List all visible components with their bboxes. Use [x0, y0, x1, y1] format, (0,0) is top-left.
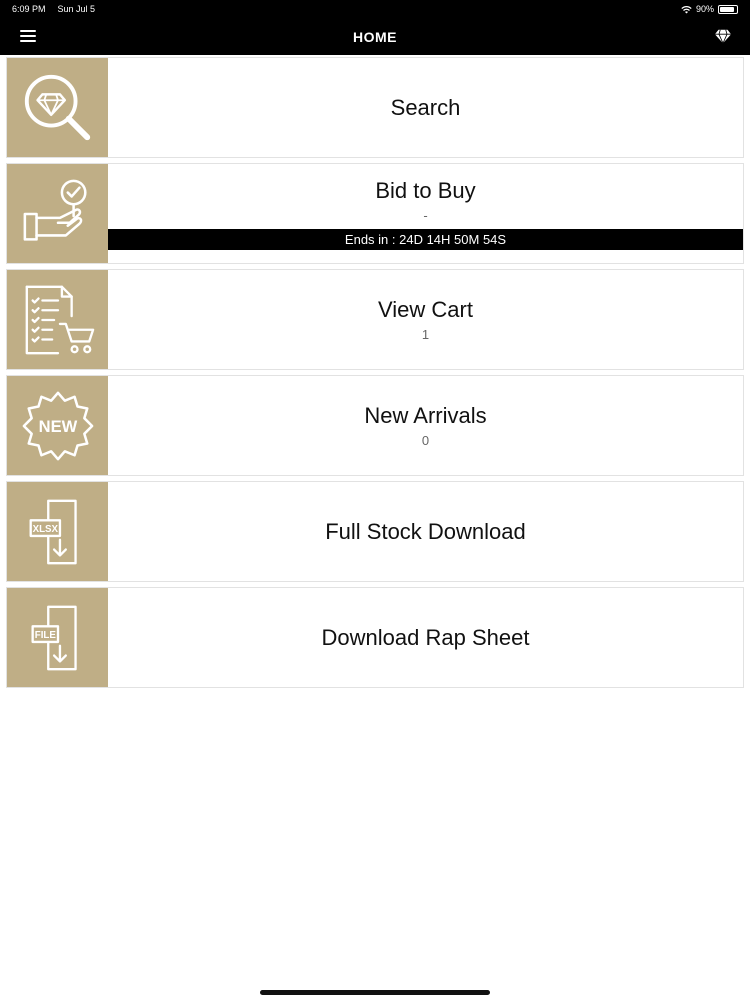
battery-icon	[718, 4, 738, 14]
status-bar: 6:09 PM Sun Jul 5 90%	[0, 0, 750, 18]
status-date: Sun Jul 5	[57, 4, 96, 14]
menu-item-search[interactable]: Search	[6, 57, 744, 158]
file-download-icon: FILE	[7, 588, 108, 687]
page-title: HOME	[353, 28, 397, 45]
nav-bar: HOME	[0, 18, 750, 55]
full-stock-download-label: Full Stock Download	[325, 518, 526, 544]
hand-bid-icon	[7, 164, 108, 263]
auction-timer: Ends in : 24D 14H 50M 54S	[108, 228, 743, 250]
download-rap-sheet-label: Download Rap Sheet	[321, 624, 530, 650]
status-time: 6:09 PM	[12, 4, 46, 14]
menu-item-view-cart[interactable]: View Cart 1	[6, 269, 744, 370]
bid-to-buy-count: -	[423, 207, 428, 223]
xlsx-download-icon: XLSX	[7, 482, 108, 581]
home-menu: Search Bid to Buy - Ends in : 24D 14H 50…	[6, 57, 744, 693]
new-arrivals-label: New Arrivals	[364, 403, 487, 428]
menu-item-full-stock-download[interactable]: XLSX Full Stock Download	[6, 481, 744, 582]
new-arrivals-count: 0	[421, 433, 430, 448]
cart-checklist-icon	[7, 270, 108, 369]
cart-count: 1	[421, 327, 430, 342]
new-badge-icon: NEW	[7, 376, 108, 475]
battery-percent: 90%	[695, 4, 714, 14]
hamburger-menu-icon[interactable]	[20, 30, 36, 44]
menu-item-bid-to-buy[interactable]: Bid to Buy - Ends in : 24D 14H 50M 54S	[6, 163, 744, 264]
menu-item-new-arrivals[interactable]: NEW New Arrivals 0	[6, 375, 744, 476]
menu-item-download-rap-sheet[interactable]: FILE Download Rap Sheet	[6, 587, 744, 688]
search-label: Search	[390, 94, 461, 120]
file-icon-label: FILE	[34, 630, 56, 641]
wifi-icon	[681, 5, 692, 13]
bid-to-buy-label: Bid to Buy	[375, 177, 476, 203]
view-cart-label: View Cart	[378, 297, 473, 322]
diamond-search-icon	[7, 58, 108, 157]
diamond-icon[interactable]	[714, 27, 732, 45]
xlsx-icon-label: XLSX	[32, 524, 58, 535]
home-indicator[interactable]	[260, 990, 490, 995]
svg-text:NEW: NEW	[38, 416, 77, 435]
